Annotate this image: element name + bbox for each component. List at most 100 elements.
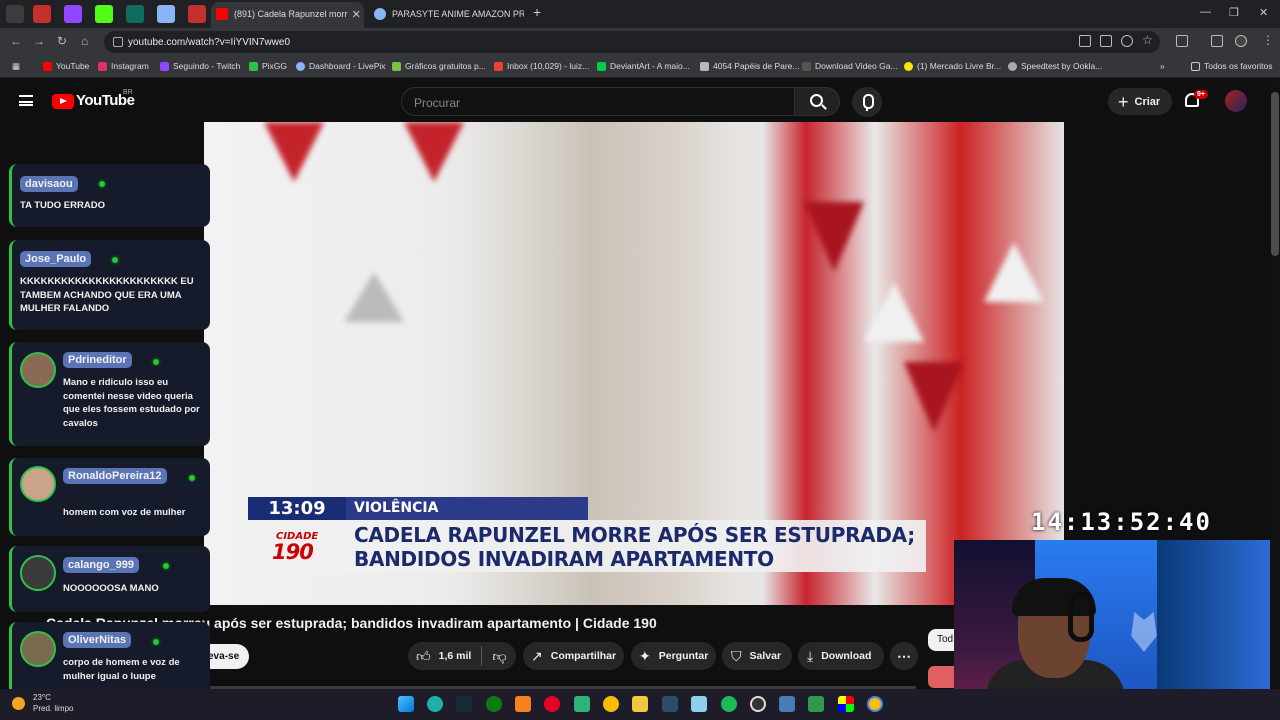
app-window-icon[interactable] <box>779 696 795 712</box>
bookmark-star-icon[interactable]: ☆ <box>1142 33 1153 47</box>
ask-button[interactable]: ✦ Perguntar <box>631 642 716 670</box>
spotify-icon[interactable] <box>721 696 737 712</box>
reading-list-icon[interactable] <box>1211 35 1223 47</box>
pinterest-icon[interactable] <box>544 696 560 712</box>
close-tab-icon[interactable]: ✕ <box>348 8 362 21</box>
bookmark-mercado-livre[interactable]: (1) Mercado Livre Br... <box>904 61 1001 71</box>
cast-icon[interactable] <box>1079 35 1091 47</box>
account-avatar[interactable] <box>1225 90 1247 112</box>
bookmark-instagram[interactable]: Instagram <box>98 61 149 71</box>
mercado-livre-icon <box>904 61 913 71</box>
file-explorer-icon[interactable] <box>632 696 648 712</box>
chrome-icon[interactable] <box>603 696 619 712</box>
restore-button[interactable]: ❐ <box>1229 6 1239 19</box>
weather-text[interactable]: Pred. limpo <box>33 704 73 713</box>
save-button[interactable]: ⛉ Salvar <box>722 642 792 670</box>
tab-active[interactable]: (891) Cadela Rapunzel morr ✕ <box>216 5 362 23</box>
notepad-icon[interactable] <box>691 696 707 712</box>
bookmark-speedtest[interactable]: Speedtest by Ookla... <box>1008 61 1102 71</box>
translate-icon[interactable] <box>1100 35 1112 47</box>
reload-icon[interactable]: ↻ <box>57 34 67 48</box>
apps-grid-icon[interactable]: ▦ <box>12 61 20 72</box>
app-green-icon[interactable] <box>808 696 824 712</box>
voice-search-icon[interactable] <box>852 87 882 117</box>
bookmark-folder-all[interactable]: Todos os favoritos <box>1191 61 1273 71</box>
edge-icon[interactable] <box>427 696 443 712</box>
bookmark-wallpapers[interactable]: 4054 Papéis de Pare... <box>700 61 799 71</box>
pinned-tab-kick[interactable] <box>95 5 113 23</box>
bookmark-label: Gráficos gratuitos p... <box>405 61 486 71</box>
chat-message: Pdrineditor Mano e ridiculo isso eu come… <box>9 342 210 446</box>
obs-icon[interactable] <box>750 696 766 712</box>
pinned-tab-twitch[interactable] <box>64 5 82 23</box>
chat-message: OliverNitas corpo de homem e voz de mulh… <box>9 622 210 698</box>
folder-icon <box>1191 61 1200 71</box>
chrome-active-icon[interactable] <box>867 696 883 712</box>
steam-icon[interactable] <box>456 696 472 712</box>
zoom-icon[interactable] <box>1121 35 1133 47</box>
search-input[interactable]: Procurar <box>401 87 795 116</box>
bookmark-graficos[interactable]: Gráficos gratuitos p... <box>392 61 486 71</box>
bookmark-twitch[interactable]: Seguindo - Twitch <box>160 61 240 71</box>
save-label: Salvar <box>749 650 782 662</box>
weather-temp[interactable]: 23°C <box>33 693 51 702</box>
like-button[interactable]: 👍︎ 1,6 mil <box>416 648 471 665</box>
home-icon[interactable]: ⌂ <box>81 34 88 48</box>
terminal-icon[interactable] <box>662 696 678 712</box>
minimize-button[interactable]: — <box>1200 6 1211 18</box>
menu-icon[interactable] <box>19 95 33 106</box>
bookmark-deviantart[interactable]: DeviantArt - A maio... <box>597 61 690 71</box>
chat-username: davisaou <box>20 176 78 192</box>
youtube-logo-icon[interactable] <box>52 94 74 109</box>
bookmark-label: YouTube <box>56 61 90 71</box>
pinned-tab-ext[interactable] <box>126 5 144 23</box>
more-bookmarks-icon[interactable]: » <box>1160 61 1165 71</box>
weather-sun-icon[interactable] <box>12 697 25 710</box>
pinned-tab-youtube[interactable] <box>33 5 51 23</box>
bookmark-icon: ⛉ <box>731 647 742 664</box>
bookmark-livepix[interactable]: Dashboard - LivePix <box>296 61 386 71</box>
forward-icon[interactable]: → <box>33 34 45 48</box>
bookmark-label: Seguindo - Twitch <box>173 61 241 71</box>
profile-icon[interactable] <box>1235 35 1247 47</box>
chat-message: davisaou TA TUDO ERRADO <box>9 164 210 227</box>
new-tab-button[interactable]: + <box>533 4 541 20</box>
more-actions-icon[interactable]: ⋯ <box>890 642 918 670</box>
twitch-icon <box>160 61 169 71</box>
create-button[interactable]: + Criar <box>1108 88 1172 115</box>
close-window-button[interactable]: ✕ <box>1259 6 1268 19</box>
decor-triangle <box>344 272 404 322</box>
site-info-icon[interactable] <box>113 37 123 47</box>
chat-username: RonaldoPereira12 <box>63 468 167 484</box>
app-color-icon[interactable] <box>838 696 854 712</box>
pinned-tab-youtube-2[interactable] <box>188 5 206 23</box>
download-button[interactable]: ⤓ Download <box>798 642 884 670</box>
pinned-tab-globe[interactable] <box>157 5 175 23</box>
bookmark-download-video[interactable]: Download Video Ga... <box>802 61 898 71</box>
tab-label: PARASYTE ANIME AMAZON PR <box>392 9 524 19</box>
search-icon[interactable] <box>810 94 823 107</box>
menu-kebab-icon[interactable]: ⋮ <box>1262 33 1274 47</box>
filter-chip-all[interactable]: Tod <box>928 629 956 651</box>
extensions-icon[interactable] <box>1176 35 1188 47</box>
windows-start-icon[interactable] <box>398 696 414 712</box>
scrollbar-thumb[interactable] <box>1271 92 1279 256</box>
tab-parasyte[interactable]: PARASYTE ANIME AMAZON PR ✕ <box>374 5 524 23</box>
url-field[interactable]: youtube.com/watch?v=IiYVIN7wwe0 <box>104 31 1160 53</box>
suggested-video-thumbnail[interactable] <box>928 666 956 688</box>
bookmark-youtube[interactable]: YouTube <box>43 61 89 71</box>
like-count: 1,6 mil <box>438 650 472 662</box>
thumbs-down-icon[interactable]: 👎︎ <box>492 648 506 665</box>
back-icon[interactable]: ← <box>10 34 22 48</box>
bookmark-pixgg[interactable]: PixGG <box>249 61 287 71</box>
pixgg-icon <box>249 61 258 71</box>
xbox-icon[interactable] <box>486 696 502 712</box>
share-button[interactable]: ↗ Compartilhar <box>523 642 624 670</box>
online-dot-icon <box>110 255 120 265</box>
tab-search-icon[interactable] <box>6 5 24 23</box>
app-icon[interactable] <box>515 696 531 712</box>
globe-icon <box>374 8 386 20</box>
bookmark-gmail[interactable]: Inbox (10,029) - luiz... <box>494 61 589 71</box>
app-b-icon[interactable] <box>574 696 590 712</box>
youtube-icon <box>43 61 52 71</box>
